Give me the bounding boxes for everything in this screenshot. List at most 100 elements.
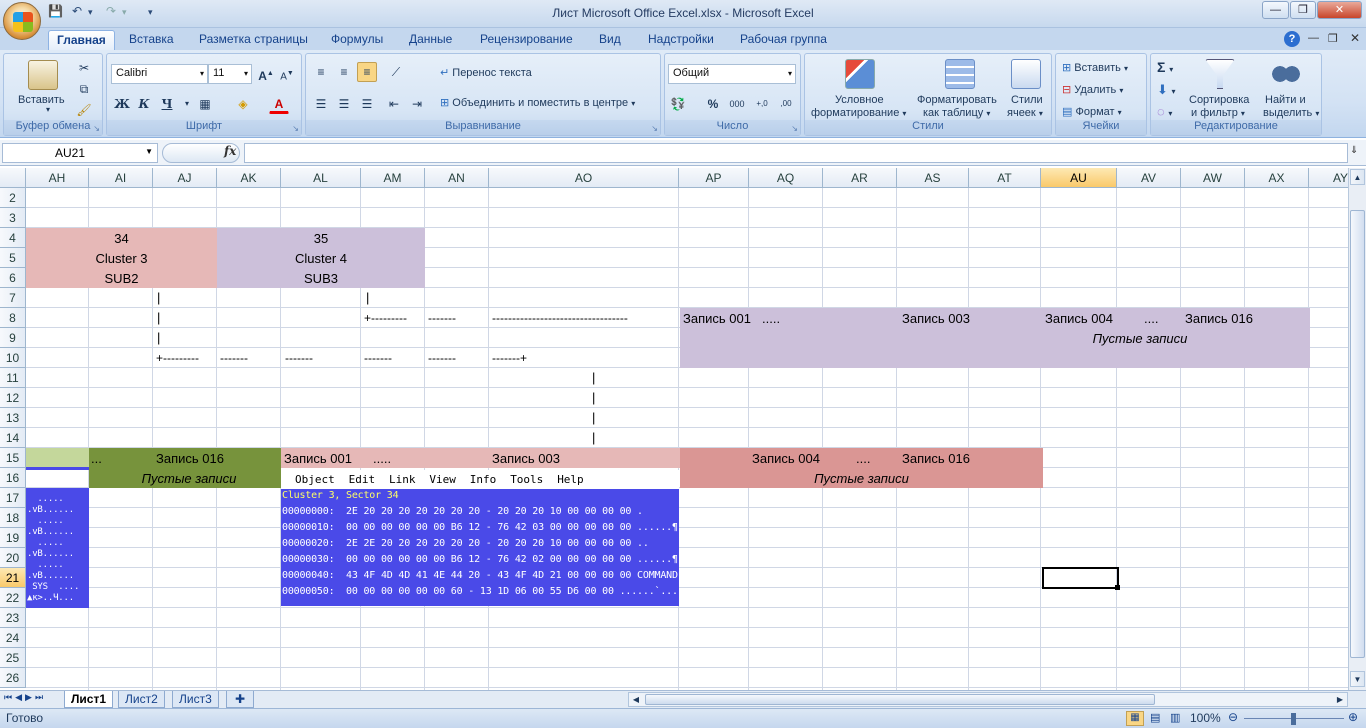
paste-button[interactable]: Вставить bbox=[18, 94, 65, 106]
office-button[interactable] bbox=[3, 2, 41, 40]
column-header[interactable]: AK bbox=[217, 168, 281, 188]
selected-cell-au21[interactable] bbox=[1042, 567, 1119, 589]
number-format-combo[interactable]: Общий ▾ bbox=[668, 64, 796, 84]
orientation-icon[interactable]: ⟋ bbox=[386, 62, 406, 82]
row-header[interactable]: 3 bbox=[0, 208, 26, 228]
column-header[interactable]: AX bbox=[1245, 168, 1309, 188]
sheet-nav-icons[interactable]: ⏮◀▶⏭ bbox=[4, 692, 46, 703]
formula-input[interactable] bbox=[244, 143, 1348, 163]
font-name-combo[interactable]: Calibri ▾ bbox=[111, 64, 208, 84]
grow-font-button[interactable]: A▲ bbox=[256, 64, 276, 84]
tab-page-layout[interactable]: Разметка страницы bbox=[191, 30, 316, 50]
zoom-in-icon[interactable]: ⊕ bbox=[1348, 710, 1358, 724]
column-header[interactable]: AH bbox=[26, 168, 89, 188]
format-cells-button[interactable]: ▤ Формат ▾ bbox=[1062, 105, 1122, 118]
page-break-view-icon[interactable]: ▥ bbox=[1170, 711, 1180, 724]
format-as-table-button[interactable]: Форматировать bbox=[917, 94, 997, 106]
minimize-button[interactable]: — bbox=[1262, 1, 1289, 19]
autosum-button[interactable]: Σ ▾ bbox=[1157, 59, 1173, 75]
fill-color-icon[interactable]: ◈ bbox=[233, 94, 253, 114]
underline-button[interactable]: Ч bbox=[157, 94, 177, 114]
row-header[interactable]: 13 bbox=[0, 408, 26, 428]
horizontal-scrollbar[interactable]: ◀ ▶ bbox=[628, 692, 1348, 707]
currency-icon[interactable]: 💱 bbox=[668, 94, 688, 114]
workbook-close-icon[interactable]: ✕ bbox=[1350, 31, 1360, 45]
row-header[interactable]: 19 bbox=[0, 528, 26, 548]
column-header[interactable]: AW bbox=[1181, 168, 1245, 188]
shrink-font-button[interactable]: A▼ bbox=[277, 64, 297, 84]
column-header[interactable]: AU bbox=[1041, 168, 1117, 188]
fill-handle[interactable] bbox=[1115, 585, 1120, 590]
row-header[interactable]: 2 bbox=[0, 188, 26, 208]
column-header[interactable]: AR bbox=[823, 168, 897, 188]
row-header[interactable]: 24 bbox=[0, 628, 26, 648]
zoom-out-icon[interactable]: ⊖ bbox=[1228, 710, 1238, 724]
decrease-indent-icon[interactable]: ⇤ bbox=[384, 94, 404, 114]
tab-formulas[interactable]: Формулы bbox=[323, 30, 391, 50]
tab-view[interactable]: Вид bbox=[591, 30, 629, 50]
row-header[interactable]: 15 bbox=[0, 448, 26, 468]
sort-filter-button[interactable]: Сортировка bbox=[1189, 94, 1249, 106]
scroll-up-icon[interactable]: ▲ bbox=[1350, 169, 1365, 185]
tab-workgroup[interactable]: Рабочая группа bbox=[732, 30, 835, 50]
insert-sheet-icon[interactable]: ✚ bbox=[226, 691, 254, 708]
row-header[interactable]: 17 bbox=[0, 488, 26, 508]
page-layout-view-icon[interactable]: ▤ bbox=[1150, 711, 1160, 724]
font-launcher-icon[interactable]: ↘ bbox=[292, 124, 299, 133]
clipboard-launcher-icon[interactable]: ↘ bbox=[93, 124, 100, 133]
column-header[interactable]: AJ bbox=[153, 168, 217, 188]
bold-button[interactable]: Ж bbox=[112, 94, 132, 114]
fill-icon[interactable]: ⬇ ▾ bbox=[1157, 82, 1176, 98]
row-header[interactable]: 26 bbox=[0, 668, 26, 688]
format-as-table-label[interactable]: как таблицу ▾ bbox=[923, 107, 990, 119]
conditional-formatting-label[interactable]: форматирование ▾ bbox=[811, 107, 906, 119]
find-select-button[interactable]: Найти и bbox=[1265, 94, 1306, 106]
align-left-icon[interactable]: ☰ bbox=[311, 94, 331, 114]
column-header[interactable]: AP bbox=[679, 168, 749, 188]
format-painter-icon[interactable]: 🖌 bbox=[74, 100, 94, 120]
cell-styles-button[interactable]: Стили bbox=[1011, 94, 1043, 106]
scroll-right-icon[interactable]: ▶ bbox=[1333, 693, 1347, 706]
row-header[interactable]: 23 bbox=[0, 608, 26, 628]
select-all-button[interactable] bbox=[0, 168, 26, 188]
sheet-tab-3[interactable]: Лист3 bbox=[172, 691, 219, 708]
horizontal-scroll-thumb[interactable] bbox=[645, 694, 1155, 705]
sheet-tab-1[interactable]: Лист1 bbox=[64, 691, 114, 708]
align-bottom-icon[interactable]: ≡ bbox=[357, 62, 377, 82]
sheet-tab-2[interactable]: Лист2 bbox=[118, 691, 165, 708]
cell-styles-label[interactable]: ячеек ▾ bbox=[1007, 107, 1043, 119]
merge-center-button[interactable]: ⊞ Объединить и поместить в центре ▾ bbox=[440, 96, 635, 109]
row-header[interactable]: 6 bbox=[0, 268, 26, 288]
row-header[interactable]: 11 bbox=[0, 368, 26, 388]
scroll-left-icon[interactable]: ◀ bbox=[629, 693, 643, 706]
row-header[interactable]: 9 bbox=[0, 328, 26, 348]
decrease-decimal-button[interactable]: ,00 bbox=[775, 94, 797, 114]
column-header[interactable]: AS bbox=[897, 168, 969, 188]
row-header[interactable]: 4 bbox=[0, 228, 26, 248]
column-header[interactable]: AL bbox=[281, 168, 361, 188]
cut-icon[interactable]: ✂ bbox=[74, 58, 94, 78]
borders-icon[interactable]: ▦ bbox=[195, 94, 215, 114]
increase-indent-icon[interactable]: ⇥ bbox=[407, 94, 427, 114]
italic-button[interactable]: К bbox=[134, 94, 154, 114]
find-select-label[interactable]: выделить ▾ bbox=[1263, 107, 1319, 119]
normal-view-icon[interactable]: ▦ bbox=[1126, 711, 1144, 726]
row-header[interactable]: 18 bbox=[0, 508, 26, 528]
row-header[interactable]: 16 bbox=[0, 468, 26, 488]
paste-icon[interactable] bbox=[28, 60, 58, 90]
sort-filter-label[interactable]: и фильтр ▾ bbox=[1191, 107, 1245, 119]
column-header[interactable]: AV bbox=[1117, 168, 1181, 188]
align-center-icon[interactable]: ☰ bbox=[334, 94, 354, 114]
column-header[interactable]: AM bbox=[361, 168, 425, 188]
zoom-level[interactable]: 100% bbox=[1190, 711, 1221, 725]
font-size-combo[interactable]: 11 ▾ bbox=[208, 64, 252, 84]
zoom-slider-thumb[interactable] bbox=[1291, 713, 1296, 725]
tab-data[interactable]: Данные bbox=[401, 30, 460, 50]
column-header[interactable]: AT bbox=[969, 168, 1041, 188]
percent-button[interactable]: % bbox=[703, 94, 723, 114]
ribbon-minimize-icon[interactable]: — bbox=[1308, 32, 1319, 44]
column-header[interactable]: AI bbox=[89, 168, 153, 188]
ribbon-restore-icon[interactable]: ❐ bbox=[1328, 32, 1338, 45]
number-launcher-icon[interactable]: ↘ bbox=[791, 124, 798, 133]
align-right-icon[interactable]: ☰ bbox=[357, 94, 377, 114]
